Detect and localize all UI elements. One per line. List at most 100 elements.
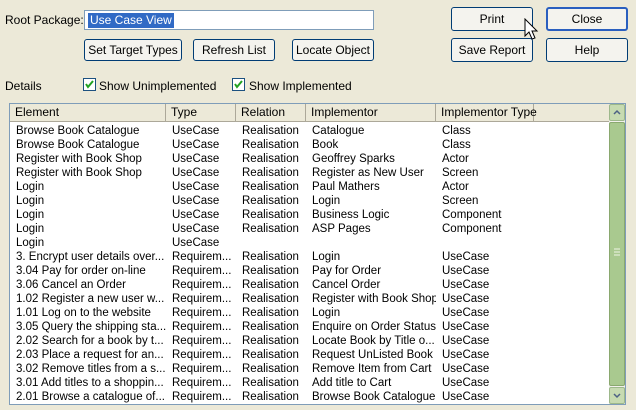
details-label: Details: [5, 79, 42, 93]
refresh-list-button[interactable]: Refresh List: [193, 39, 275, 61]
table-row[interactable]: 2.02 Search for a book by t... Requirem..…: [10, 334, 610, 348]
cell-relation: Realisation: [242, 363, 299, 375]
cell-relation: [236, 236, 306, 250]
cell-relation: Realisation: [242, 307, 299, 319]
locate-object-button[interactable]: Locate Object: [292, 39, 374, 61]
cell-element: 2.01 Browse a catalogue of...: [16, 391, 165, 403]
cell-implementor: Pay for Order: [312, 265, 382, 277]
cell-implementor-type: Actor: [442, 153, 469, 165]
cell-type: UseCase: [172, 153, 220, 165]
cell-implementor: Cancel Order: [312, 279, 381, 291]
show-unimplemented-checkbox[interactable]: [83, 78, 96, 91]
table-row[interactable]: 1.01 Log on to the website Requirem... Rea…: [10, 306, 610, 320]
cell-implementor: Register with Book Shop: [312, 293, 436, 305]
cell-implementor-type: UseCase: [442, 335, 490, 347]
cell-implementor: Book: [312, 139, 339, 151]
cell-relation: Realisation: [242, 321, 299, 333]
close-button[interactable]: Close: [546, 7, 628, 31]
cell-type: Requirem...: [172, 335, 232, 347]
cell-implementor-type: Screen: [442, 195, 479, 207]
cell-relation: Realisation: [242, 167, 299, 179]
cell-implementor-type: UseCase: [442, 377, 490, 389]
table-row[interactable]: Register with Book Shop UseCase Realisatio…: [10, 152, 610, 166]
cell-relation: Realisation: [242, 125, 299, 137]
cell-type: UseCase: [172, 237, 220, 249]
cell-element: Browse Book Catalogue: [16, 139, 140, 151]
column-header-implementor[interactable]: Implementor: [306, 104, 436, 121]
scroll-up-button[interactable]: [609, 104, 625, 121]
cell-implementor: Enquire on Order Status: [312, 321, 436, 333]
cell-element: 3. Encrypt user details over...: [16, 251, 165, 263]
table-row[interactable]: 3.01 Add titles to a shoppin... Requirem.…: [10, 376, 610, 390]
cell-element: Browse Book Catalogue: [16, 125, 140, 137]
cell-implementor: Browse Book Catalogue: [312, 391, 436, 403]
table-row[interactable]: 2.01 Browse a catalogue of... Requirem...…: [10, 390, 610, 404]
cell-type: UseCase: [172, 125, 220, 137]
cell-type: Requirem...: [172, 251, 232, 263]
cell-element: 1.02 Register a new user w...: [16, 293, 165, 305]
cell-implementor-type: Screen: [442, 167, 479, 179]
cell-relation: Realisation: [242, 181, 299, 193]
table-row[interactable]: 3.02 Remove titles from a s... Requirem..…: [10, 362, 610, 376]
show-implemented-checkbox[interactable]: [232, 78, 245, 91]
cell-implementor-type: UseCase: [442, 307, 490, 319]
cell-implementor: [306, 236, 436, 250]
table-row[interactable]: Browse Book Catalogue UseCase Realisation C…: [10, 124, 610, 138]
cell-type: Requirem...: [172, 363, 232, 375]
table-row[interactable]: Login UseCase Realisation ASP Pages Componen…: [10, 222, 610, 236]
cell-type: Requirem...: [172, 349, 232, 361]
help-button[interactable]: Help: [546, 38, 628, 62]
table-row[interactable]: 2.03 Place a request for an... Requirem..…: [10, 348, 610, 362]
cell-type: Requirem...: [172, 265, 232, 277]
set-target-types-button[interactable]: Set Target Types: [84, 39, 182, 61]
cell-type: UseCase: [172, 181, 220, 193]
cell-implementor-type: [436, 236, 534, 250]
column-header-implementor-type[interactable]: Implementor Type: [436, 104, 537, 121]
cell-type: Requirem...: [172, 321, 232, 333]
save-report-button[interactable]: Save Report: [451, 38, 533, 62]
cell-implementor: Login: [312, 251, 341, 263]
cell-type: UseCase: [172, 139, 220, 151]
cell-element: Login: [16, 223, 45, 235]
table-row[interactable]: Login UseCase: [10, 236, 610, 250]
cell-type: UseCase: [172, 209, 220, 221]
cell-implementor-type: UseCase: [442, 293, 490, 305]
column-header-type[interactable]: Type: [166, 104, 236, 121]
root-package-field[interactable]: Use Case View: [84, 10, 374, 30]
table-row[interactable]: Login UseCase Realisation Business Logic Com…: [10, 208, 610, 222]
table-row[interactable]: 1.02 Register a new user w... Requirem...…: [10, 292, 610, 306]
checkmark-icon: [234, 80, 243, 89]
table-row[interactable]: 3.04 Pay for order on-line Requirem... Rea…: [10, 264, 610, 278]
table-row[interactable]: 3.05 Query the shipping sta... Requirem..…: [10, 320, 610, 334]
cell-type: Requirem...: [172, 293, 232, 305]
root-package-value: Use Case View: [88, 13, 174, 28]
print-button[interactable]: Print: [451, 7, 533, 31]
cell-element: Login: [16, 209, 45, 221]
cell-implementor: Geoffrey Sparks: [312, 153, 395, 165]
scroll-thumb[interactable]: [609, 122, 625, 386]
scroll-down-button[interactable]: [609, 387, 625, 404]
vertical-scrollbar[interactable]: [609, 104, 625, 404]
cell-type: UseCase: [172, 223, 220, 235]
cell-element: 2.02 Search for a book by t...: [16, 335, 164, 347]
cell-type: Requirem...: [172, 307, 232, 319]
column-header-relation[interactable]: Relation: [236, 104, 306, 121]
table-row[interactable]: Browse Book Catalogue UseCase Realisation B…: [10, 138, 610, 152]
table-row[interactable]: 3.06 Cancel an Order Requirem... Realisati…: [10, 278, 610, 292]
cell-relation: Realisation: [242, 139, 299, 151]
table-row[interactable]: 3. Encrypt user details over... Requirem.…: [10, 250, 610, 264]
table-row[interactable]: Login UseCase Realisation Login Screen: [10, 194, 610, 208]
details-table[interactable]: Element Type Relation Implementor Implem…: [9, 103, 626, 405]
cell-relation: Realisation: [242, 153, 299, 165]
show-unimplemented-label: Show Unimplemented: [99, 79, 217, 93]
cell-element: Login: [16, 237, 45, 249]
cell-implementor-type: UseCase: [442, 391, 490, 403]
cell-implementor: Request UnListed Book: [312, 349, 433, 361]
cell-relation: Realisation: [242, 195, 299, 207]
table-row[interactable]: Login UseCase Realisation Paul Mathers Actor: [10, 180, 610, 194]
column-header-element[interactable]: Element: [10, 104, 166, 121]
table-row[interactable]: Register with Book Shop UseCase Realisatio…: [10, 166, 610, 180]
cell-implementor: Business Logic: [312, 209, 390, 221]
cell-implementor-type: UseCase: [442, 279, 490, 291]
cell-implementor-type: UseCase: [442, 265, 490, 277]
